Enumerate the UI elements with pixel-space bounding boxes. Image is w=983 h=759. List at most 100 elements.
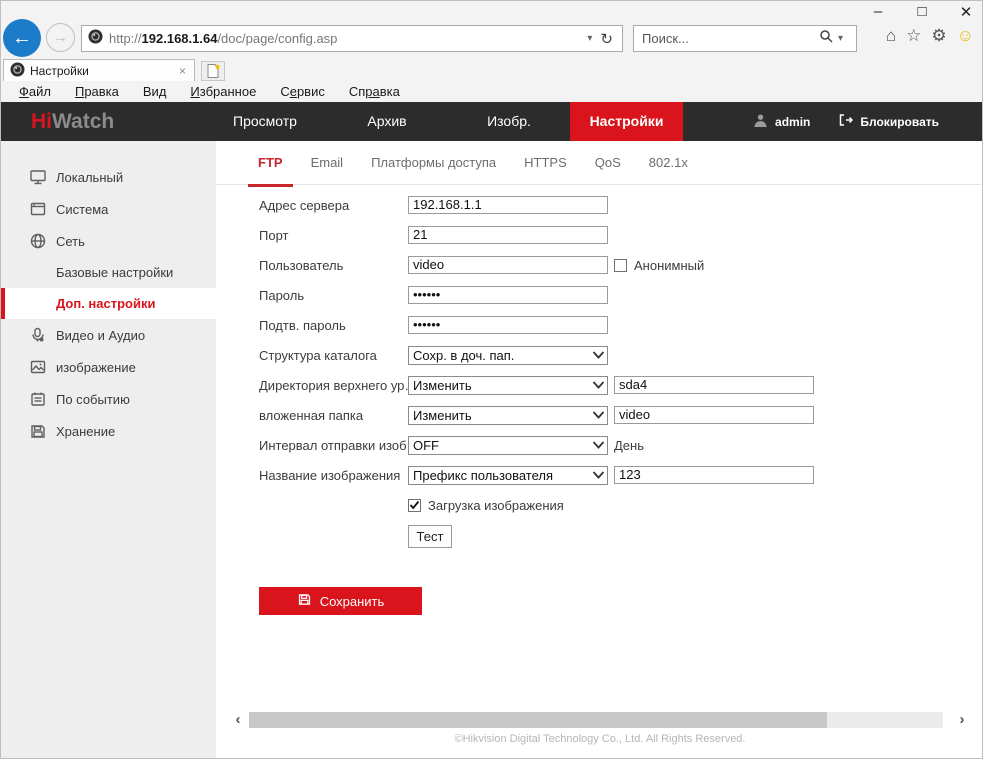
sidebar-item-local[interactable]: Локальный: [1, 161, 216, 193]
form-row: Адрес сервера192.168.1.1: [259, 190, 814, 220]
image-icon: [29, 358, 47, 376]
form-row: Пароль••••••: [259, 280, 814, 310]
lock-button[interactable]: Блокировать: [838, 113, 939, 130]
forward-button[interactable]: →: [46, 23, 75, 52]
password-input[interactable]: ••••••: [408, 286, 608, 304]
favorites-star-icon[interactable]: ☆: [906, 26, 921, 46]
address-dropdown-icon[interactable]: ▾: [582, 33, 597, 44]
directory-structure-select[interactable]: Сохр. в доч. пап.: [408, 346, 608, 365]
save-icon: [297, 592, 312, 610]
menu-item-1[interactable]: Правка: [63, 84, 131, 99]
scrollbar-thumb[interactable]: [249, 712, 827, 728]
app-nav: ПросмотрАрхивИзобр.Настройки: [204, 102, 683, 141]
close-button[interactable]: ✕: [956, 3, 976, 21]
subfolder-select[interactable]: Изменить: [408, 406, 608, 425]
sidebar-item-advanced-settings[interactable]: Доп. настройки: [1, 288, 216, 319]
confirm-password-input[interactable]: ••••••: [408, 316, 608, 334]
menu-item-3[interactable]: Избранное: [178, 84, 268, 99]
picture-name-select[interactable]: Префикс пользователя: [408, 466, 608, 485]
tab-https[interactable]: HTTPS: [510, 141, 581, 185]
header-nav-архив[interactable]: Архив: [326, 102, 448, 141]
copyright-footer: ©Hikvision Digital Technology Co., Ltd. …: [216, 733, 983, 745]
scrollbar-track[interactable]: [249, 712, 943, 728]
back-button[interactable]: ←: [3, 19, 41, 57]
sidebar-item-label: Локальный: [1, 170, 123, 185]
url-text[interactable]: http://192.168.1.64/doc/page/config.asp: [109, 31, 582, 46]
sidebar-item-image[interactable]: изображение: [1, 351, 216, 383]
browser-tab[interactable]: Настройки ×: [3, 59, 195, 81]
menu-item-4[interactable]: Сервис: [268, 84, 337, 99]
gear-icon[interactable]: ⚙: [931, 26, 946, 46]
content-panel: FTPEmailПлатформы доступаHTTPSQoS802.1x …: [216, 141, 983, 759]
field-label: Подтв. пароль: [259, 318, 408, 333]
horizontal-scrollbar[interactable]: ‹ ›: [216, 711, 983, 729]
sidebar-item-network[interactable]: Сеть: [1, 225, 216, 257]
sidebar-item-system[interactable]: Система: [1, 193, 216, 225]
sidebar-item-label: Доп. настройки: [5, 296, 156, 311]
form-row: Порт21: [259, 220, 814, 250]
select-value: Изменить: [413, 408, 592, 423]
sidebar-item-event[interactable]: По событию: [1, 383, 216, 415]
scroll-left-icon[interactable]: ‹: [230, 711, 246, 729]
search-dropdown-icon[interactable]: ▾: [833, 33, 848, 44]
form-row: вложенная папка Изменить video: [259, 400, 814, 430]
select-value: OFF: [413, 438, 592, 453]
checkbox-label: Анонимный: [634, 258, 704, 273]
save-button[interactable]: Сохранить: [259, 587, 422, 615]
subfolder-input[interactable]: video: [614, 406, 814, 424]
test-button[interactable]: Тест: [408, 525, 452, 548]
scroll-right-icon[interactable]: ›: [954, 711, 970, 729]
menu-item-5[interactable]: Справка: [337, 84, 412, 99]
browser-nav-row: ← → http://192.168.1.64/doc/page/config.…: [1, 23, 982, 59]
new-tab-button[interactable]: [201, 61, 225, 81]
home-icon[interactable]: ⌂: [886, 26, 896, 46]
field-label: вложенная папка: [259, 408, 408, 423]
tab-email[interactable]: Email: [297, 141, 358, 185]
event-icon: [29, 390, 47, 408]
monitor-icon: [29, 168, 47, 186]
header-nav-просмотр[interactable]: Просмотр: [204, 102, 326, 141]
search-box[interactable]: Поиск... ▾: [633, 25, 857, 52]
search-placeholder: Поиск...: [642, 31, 819, 46]
select-value: Изменить: [413, 378, 592, 393]
feedback-smiley-icon[interactable]: ☺: [957, 26, 974, 46]
browser-window: – □ ✕ ← → http://192.168.1.64/doc/page/c…: [0, 0, 983, 759]
refresh-icon[interactable]: ↻: [597, 30, 616, 48]
upload-interval-select[interactable]: OFF: [408, 436, 608, 455]
picture-name-input[interactable]: 123: [614, 466, 814, 484]
menu-item-2[interactable]: Вид: [131, 84, 179, 99]
app-body: Локальный СистемаСетьБазовые настройки Доп…: [1, 141, 983, 759]
logout-icon: [838, 113, 853, 130]
tab-qos[interactable]: QoS: [581, 141, 635, 185]
tab-ftp[interactable]: FTP: [244, 141, 297, 185]
menu-item-0[interactable]: Файл: [7, 84, 63, 99]
user-account: admin: [753, 113, 810, 131]
sidebar-item-basic-settings[interactable]: Базовые настройки: [1, 257, 216, 288]
tab-802-1x[interactable]: 802.1x: [635, 141, 702, 185]
parent-directory-input[interactable]: sda4: [614, 376, 814, 394]
parent-directory-select[interactable]: Изменить: [408, 376, 608, 395]
anonymous-checkbox[interactable]: [614, 259, 627, 272]
tab-close-icon[interactable]: ×: [177, 64, 188, 78]
sidebar-item-video-audio[interactable]: Видео и Аудио: [1, 319, 216, 351]
username-input[interactable]: video: [408, 256, 608, 274]
globe-icon: [29, 232, 47, 250]
form-row: Интервал отправки изоб…OFFДень: [259, 430, 814, 460]
server-address-input[interactable]: 192.168.1.1: [408, 196, 608, 214]
header-nav-изобр-[interactable]: Изобр.: [448, 102, 570, 141]
minimize-button[interactable]: –: [868, 3, 888, 21]
sidebar-item-storage[interactable]: Хранение: [1, 415, 216, 447]
storage-icon: [29, 422, 47, 440]
header-nav-настройки[interactable]: Настройки: [570, 102, 683, 141]
menu-bar: ФайлПравкаВидИзбранноеСервисСправка: [1, 81, 982, 102]
search-icon[interactable]: [819, 29, 833, 48]
form-row: Директория верхнего ур…Изменитьsda4: [259, 370, 814, 400]
sidebar: Локальный СистемаСетьБазовые настройки Доп…: [1, 141, 216, 759]
address-bar[interactable]: http://192.168.1.64/doc/page/config.asp …: [81, 25, 623, 52]
upload-picture-checkbox[interactable]: [408, 499, 421, 512]
tab--[interactable]: Платформы доступа: [357, 141, 510, 185]
chevron-down-icon: [592, 351, 605, 359]
chevron-down-icon: [592, 381, 605, 389]
port-input[interactable]: 21: [408, 226, 608, 244]
maximize-button[interactable]: □: [912, 3, 932, 21]
